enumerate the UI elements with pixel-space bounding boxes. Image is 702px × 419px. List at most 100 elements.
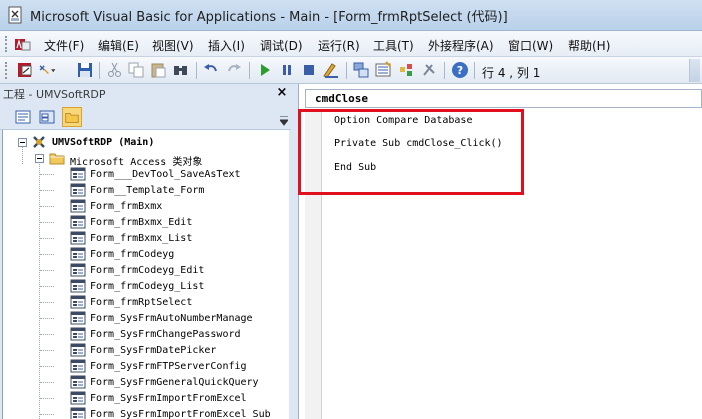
form-icon [70,215,86,229]
toolbar-separator [346,62,347,79]
tree-item-label: Form_SysFrmGeneralQuickQuery [90,377,259,388]
redo-icon[interactable] [225,61,243,79]
object-browser-icon[interactable] [397,61,415,79]
tree-item-form[interactable]: Form_SysFrmImportFromExcel_Sub [3,407,283,419]
tree-item-label: Form_frmBxmx [90,201,163,212]
collapse-toggle[interactable] [18,138,27,147]
project-explorer-icon[interactable] [352,61,370,79]
copy-icon[interactable] [127,61,145,79]
tree-item-label: Form_frmBxmx_Edit [90,217,193,228]
find-icon[interactable] [172,61,190,79]
cursor-position-status: 行 4 , 列 1 [482,66,541,80]
form-icon [70,375,86,389]
view-code-icon[interactable] [13,107,33,127]
cut-icon[interactable] [106,61,124,79]
menu-window[interactable]: 窗口(W) [508,37,553,54]
panel-splitter[interactable] [291,84,298,419]
tree-item-form[interactable]: Form_SysFrmImportFromExcel [3,391,283,407]
vba-editor-window: Microsoft Visual Basic for Applications … [0,0,702,419]
tree-item-form[interactable]: Form_SysFrmAutoNumberManage [3,311,283,327]
access-view-icon[interactable] [16,61,34,79]
undo-icon[interactable] [202,61,220,79]
form-icon [70,167,86,181]
menu-debug[interactable]: 调试(D) [260,37,303,54]
tree-item-form[interactable]: Form_SysFrmDatePicker [3,343,283,359]
toolbar-overflow-button[interactable] [689,59,700,82]
toolbar-separator [249,62,250,79]
window-title: Microsoft Visual Basic for Applications … [30,10,508,25]
project-icon [33,136,45,148]
tree-item-label: Form_SysFrmChangePassword [90,329,241,340]
form-icon [70,247,86,261]
tree-item-label: Form_SysFrmDatePicker [90,345,217,356]
tree-item-label: Form_frmBxmx_List [90,233,193,244]
standard-toolbar: ? 行 4 , 列 1 [0,57,702,84]
menu-insert[interactable]: 插入(I) [208,37,245,54]
title-bar: Microsoft Visual Basic for Applications … [0,0,702,31]
object-dropdown-value: cmdClose [315,92,368,105]
panel-options-icon[interactable] [280,116,288,126]
paste-icon[interactable] [149,61,167,79]
menu-edit[interactable]: 编辑(E) [98,37,139,54]
toggle-folders-icon[interactable] [62,107,82,127]
tree-root-node[interactable]: UMVSoftRDP (Main) [3,135,283,151]
menu-tools[interactable]: 工具(T) [373,37,414,54]
tree-item-form[interactable]: Form_frmBxmx_Edit [3,215,283,231]
form-icon [70,231,86,245]
tree-item-form[interactable]: Form_frmBxmx_List [3,231,283,247]
menu-help[interactable]: 帮助(H) [568,37,610,54]
tree-item-label: Form_frmCodeyg_Edit [90,265,205,276]
tree-item-form[interactable]: Form_frmRptSelect [3,295,283,311]
tree-item-form[interactable]: Form__Template_Form [3,183,283,199]
tree-item-form[interactable]: Form_frmCodeyg [3,247,283,263]
menu-file[interactable]: 文件(F) [44,37,84,54]
menu-grip-handle[interactable] [5,36,8,52]
annotation-highlight-box [298,109,524,195]
collapse-toggle[interactable] [35,154,44,163]
object-dropdown[interactable]: cmdClose [305,89,702,108]
insert-dropdown-icon[interactable] [38,61,56,79]
tree-item-label: Form_SysFrmAutoNumberManage [90,313,253,324]
tree-folder-node[interactable]: Microsoft Access 类对象 [3,151,283,168]
form-icon [70,295,86,309]
view-object-icon[interactable] [37,107,57,127]
toolbar-separator [444,62,445,79]
tree-item-form[interactable]: Form_SysFrmGeneralQuickQuery [3,375,283,391]
tree-item-label: Form___DevTool_SaveAsText [90,169,241,180]
access-icon[interactable] [14,36,32,52]
close-icon[interactable]: × [275,86,289,100]
properties-icon[interactable] [374,61,392,79]
menu-view[interactable]: 视图(V) [152,37,194,54]
design-mode-icon[interactable] [322,61,340,79]
tree-item-label: Form_frmCodeyg_List [90,281,205,292]
tree-item-label: Form_SysFrmFTPServerConfig [90,361,247,372]
run-icon[interactable] [256,61,274,79]
form-icon [70,359,86,373]
tree-item-label: Form_frmRptSelect [90,297,193,308]
reset-icon[interactable] [300,61,318,79]
project-tree: UMVSoftRDP (Main) Microsoft Access 类对象 F… [2,130,289,419]
form-icon [70,279,86,293]
tree-item-form[interactable]: Form_frmCodeyg_Edit [3,263,283,279]
help-icon[interactable]: ? [451,61,469,79]
form-icon [70,407,86,419]
tree-item-label: Form_SysFrmImportFromExcel_Sub [90,409,271,419]
tree-item-form[interactable]: Form_SysFrmChangePassword [3,327,283,343]
menu-run[interactable]: 运行(R) [318,37,360,54]
form-icon [70,391,86,405]
toolbar-grip-handle[interactable] [5,62,8,79]
tree-item-label: Form_SysFrmImportFromExcel [90,393,247,404]
menu-addins[interactable]: 外接程序(A) [428,37,494,54]
project-explorer-title: 工程 - UMVSoftRDP [3,88,106,101]
tree-item-form[interactable]: Form_SysFrmFTPServerConfig [3,359,283,375]
save-icon[interactable] [76,61,94,79]
break-icon[interactable] [278,61,296,79]
form-icon [70,327,86,341]
tree-item-form[interactable]: Form___DevTool_SaveAsText [3,167,283,183]
tree-item-form[interactable]: Form_frmCodeyg_List [3,279,283,295]
menu-bar: 文件(F) 编辑(E) 视图(V) 插入(I) 调试(D) 运行(R) 工具(T… [0,31,702,57]
toolbar-separator [474,62,475,79]
tree-folder-label: Microsoft Access 类对象 [70,157,203,168]
toolbox-icon[interactable] [420,61,438,79]
tree-item-form[interactable]: Form_frmBxmx [3,199,283,215]
